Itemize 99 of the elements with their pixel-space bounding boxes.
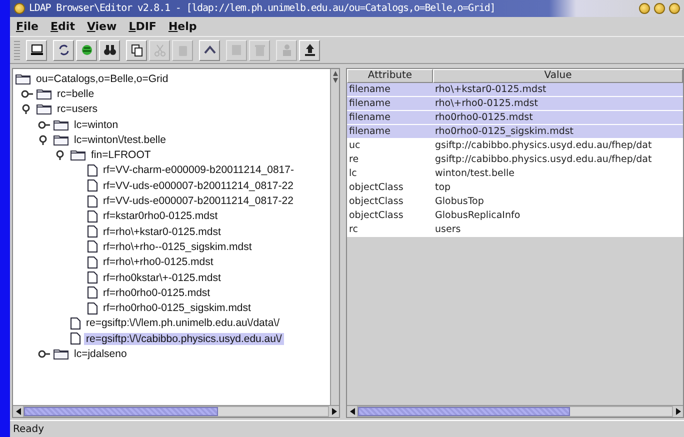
status-text: Ready (13, 424, 44, 434)
globe-icon (80, 43, 94, 57)
file-icon (87, 302, 98, 315)
column-header[interactable]: Attribute (347, 69, 433, 83)
window-menu-button[interactable] (14, 3, 25, 14)
folder-icon (53, 118, 69, 131)
file-icon (87, 179, 98, 192)
tree-item[interactable]: rf=rho0kstar\+-0125.mdst (101, 272, 223, 284)
scroll-right-icon[interactable] (332, 408, 336, 415)
trash-icon (252, 43, 266, 57)
file-icon (87, 164, 98, 177)
refresh-icon (56, 43, 70, 57)
menu-item[interactable]: View (86, 20, 117, 33)
close-button[interactable] (669, 3, 680, 14)
table-cell-text: rho\+kstar0-0125.mdst (434, 83, 548, 96)
tree-item[interactable]: lc=jdalseno (72, 348, 129, 360)
scroll-right-icon[interactable] (676, 408, 680, 415)
menu-item[interactable]: LDIF (128, 20, 156, 33)
table-cell-text: top (434, 181, 452, 194)
menu-item[interactable]: Help (168, 20, 197, 33)
tree-item[interactable]: rf=rho0rho0-0125.mdst (101, 286, 212, 299)
table-cell-text: winton/test.belle (434, 167, 516, 180)
expand-handle[interactable] (21, 88, 33, 99)
horizontal-scrollbar[interactable] (13, 405, 339, 417)
expand-handle[interactable] (38, 120, 50, 130)
scissors-icon (152, 43, 166, 57)
upload-icon (302, 43, 316, 57)
file-icon (87, 194, 98, 208)
tree-item[interactable]: rf=kstar0rho0-0125.mdst (101, 210, 220, 222)
tree-item[interactable]: fin=LFROOT (89, 149, 153, 162)
tree-item[interactable]: rf=rho\+kstar0-0125.mdst (101, 226, 223, 238)
window-title: LDAP Browser\Editor v2.8.1 - [ldap://lem.ph.unimelb.edu.au/ou=Catalogs,o=Belle,o=Grid] (29, 3, 496, 14)
file-icon (87, 210, 98, 223)
table-cell-text: GlobusReplicaInfo (434, 209, 522, 222)
maximize-button[interactable] (654, 3, 665, 14)
toolbar-button[interactable] (53, 40, 74, 60)
scroll-left-icon[interactable] (350, 408, 354, 415)
copy-icon (130, 43, 144, 57)
file-icon (87, 225, 98, 238)
tree-item[interactable]: rf=VV-uds-e000007-b20011214_0817-22 (101, 180, 296, 192)
scroll-down-icon[interactable] (332, 78, 338, 83)
toolbar-button[interactable] (99, 40, 120, 60)
table-cell-text: filename (348, 83, 392, 96)
table-cell-text: filename (348, 111, 392, 124)
folder-icon (53, 348, 69, 360)
table-cell-text: gsiftp://cabibbo.physics.usyd.edu.au/fhep/dat (434, 139, 653, 152)
tree-item[interactable]: rf=VV-charm-e000009-b20011214_0817- (101, 164, 296, 176)
horizontal-scrollbar[interactable] (347, 405, 683, 417)
tree-item[interactable]: ou=Catalogs,o=Belle,o=Grid (34, 72, 170, 85)
tree-item[interactable]: rf=VV-uds-e000007-b20011214_0817-22 (101, 195, 296, 208)
file-icon (87, 240, 98, 254)
tree-item[interactable]: rc=users (55, 103, 100, 116)
table-cell-text: objectClass (348, 209, 404, 222)
table-cell-text: rho\+rho0-0125.mdst (434, 97, 539, 110)
table-cell-text: rho0rho0-0125.mdst (434, 111, 534, 124)
folder-icon (53, 134, 69, 146)
folder-icon (36, 103, 52, 116)
tree-item[interactable]: rf=rho\+rho--0125_sigskim.mdst (101, 240, 254, 253)
table-cell-text: filename (348, 125, 392, 138)
column-header[interactable]: Value (433, 69, 683, 83)
folder-icon (70, 149, 86, 162)
file-icon (87, 256, 98, 269)
vertical-scrollbar[interactable] (330, 69, 339, 405)
tree-item[interactable]: rf=rho0rho0-0125_sigskim.mdst (101, 302, 253, 314)
toolbar-button[interactable] (76, 40, 97, 60)
tree-item[interactable]: re=gsiftp:\/\/cabibbo.physics.usyd.edu.au\/ (84, 332, 284, 345)
table-cell-text: uc (348, 139, 362, 152)
table-cell-text: filename (348, 97, 392, 110)
table-cell-text: objectClass (348, 195, 404, 208)
tree-item[interactable]: re=gsiftp:\/\/lem.ph.unimelb.edu.au\/data\/ (84, 317, 282, 330)
scroll-up-icon[interactable] (332, 71, 338, 76)
table-cell-text: rho0rho0-0125_sigskim.mdst (434, 125, 575, 138)
toolbar-button[interactable] (299, 40, 320, 60)
table-cell-text: gsiftp://cabibbo.physics.usyd.edu.au/fhep/dat (434, 153, 653, 166)
tree-item[interactable]: lc=winton\/test.belle (72, 134, 168, 146)
toolbar-button[interactable] (199, 40, 220, 60)
minimize-button[interactable] (639, 3, 650, 14)
folder-icon (36, 88, 52, 100)
toolbar-button[interactable] (26, 40, 47, 60)
toolbar-button[interactable] (126, 40, 147, 60)
scroll-left-icon[interactable] (16, 408, 20, 415)
computer-icon (30, 43, 44, 57)
table-cell-text: re (348, 153, 360, 166)
table-cell-text: GlobusTop (434, 195, 485, 208)
menu-item[interactable]: Edit (50, 20, 75, 33)
file-icon (70, 316, 81, 330)
menu-item[interactable]: File (16, 20, 39, 33)
table-cell-text: rc (348, 223, 359, 236)
tree-item[interactable]: rc=belle (55, 88, 96, 100)
file-icon (87, 286, 98, 300)
tree-item[interactable]: lc=winton (72, 118, 120, 131)
table-cell-text: users (434, 223, 462, 236)
table-cell-text: lc (348, 167, 358, 180)
file-icon (87, 271, 98, 284)
table-cell-text: objectClass (348, 181, 404, 194)
tree-item[interactable]: rf=rho\+rho0-0125.mdst (101, 256, 216, 268)
binoculars-icon (102, 43, 116, 57)
expand-handle[interactable] (38, 348, 50, 359)
file-icon (70, 332, 81, 346)
